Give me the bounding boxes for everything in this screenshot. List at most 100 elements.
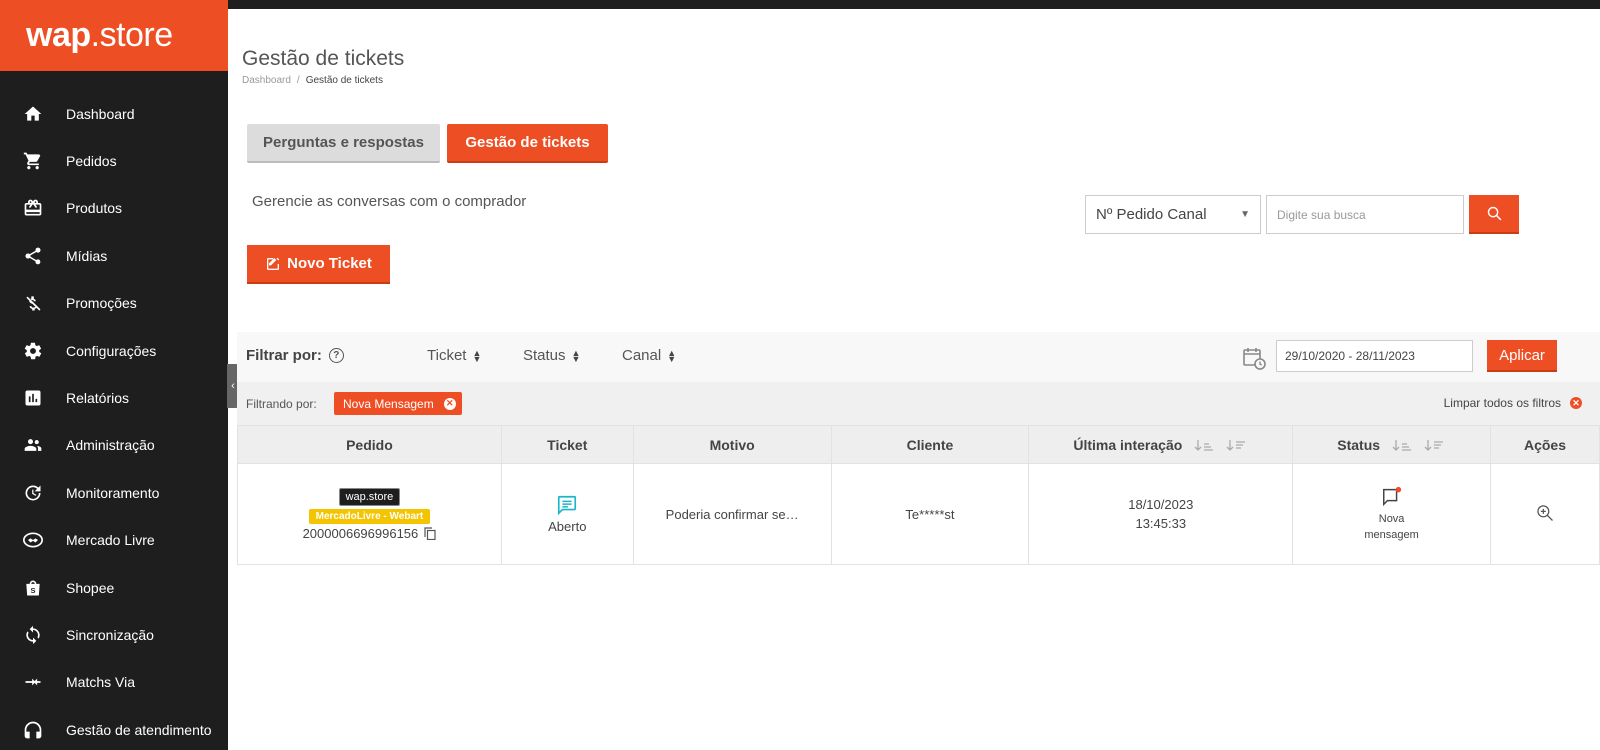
sidebar-item-label: Configurações — [66, 342, 157, 359]
sidebar-item-matchs-via[interactable]: Matchs Via — [0, 659, 228, 706]
filter-title-label: Filtrar por: — [246, 347, 322, 364]
search-icon — [1487, 206, 1501, 221]
sidebar-item-produtos[interactable]: Produtos — [0, 185, 228, 232]
sidebar-item-label: Pedidos — [66, 153, 117, 170]
filter-canal-dropdown[interactable]: Canal ▲ ▼ — [622, 347, 676, 364]
logo-rest-text: .store — [90, 16, 174, 54]
sidebar-item-pedidos[interactable]: Pedidos — [0, 137, 228, 184]
sort-descending-icon[interactable] — [1226, 439, 1248, 452]
discount-icon — [22, 292, 44, 314]
clear-all-filters-button[interactable]: Limpar todos os filtros ✕ — [1444, 396, 1582, 410]
column-header-ultima-interacao: Última interação — [1028, 425, 1294, 464]
gear-icon — [22, 340, 44, 362]
table-header-row: Pedido Ticket Motivo Cliente Última inte… — [237, 425, 1600, 464]
page-subtitle: Gerencie as conversas com o comprador — [252, 193, 527, 210]
order-cell: wap.store MercadoLivre - Webart 20000066… — [237, 463, 502, 565]
merge-icon — [22, 671, 44, 693]
search-field-select[interactable]: Nº Pedido Canal ▼ — [1085, 195, 1261, 234]
sort-ascending-icon[interactable] — [1392, 439, 1414, 452]
date-range-input[interactable]: 29/10/2020 - 28/11/2023 — [1276, 340, 1473, 372]
sync-icon — [22, 624, 44, 646]
chat-icon — [558, 495, 577, 516]
column-header-acoes: Ações — [1490, 425, 1600, 464]
status-cell: Nova mensagem — [1292, 463, 1492, 565]
sidebar-nav: Dashboard Pedidos Produtos Mídias Promoç… — [0, 71, 228, 750]
column-header-status: Status — [1292, 425, 1492, 464]
breadcrumb-current: Gestão de tickets — [305, 75, 383, 86]
column-header-pedido: Pedido — [237, 425, 502, 464]
sidebar-item-dashboard[interactable]: Dashboard — [0, 90, 228, 137]
status-label-line2: mensagem — [1364, 528, 1419, 541]
page-title: Gestão de tickets — [242, 47, 405, 70]
status-label-line1: Nova — [1378, 512, 1405, 525]
new-ticket-label: Novo Ticket — [287, 255, 372, 272]
sidebar-item-monitoramento[interactable]: Monitoramento — [0, 469, 228, 516]
sort-arrows-icon: ▲ ▼ — [472, 347, 482, 364]
actions-cell — [1490, 463, 1600, 565]
sidebar-item-shopee[interactable]: S Shopee — [0, 564, 228, 611]
sidebar-item-promocoes[interactable]: Promoções — [0, 280, 228, 327]
zoom-in-icon[interactable] — [1535, 503, 1555, 523]
motivo-cell: Poderia confirmar se… — [632, 463, 832, 565]
sidebar-item-label: Gestão de atendimento — [66, 721, 212, 738]
filter-chip-label: Nova Mensagem — [343, 396, 434, 411]
last-interaction-time: 13:45:33 — [1135, 516, 1187, 531]
chart-icon — [22, 387, 44, 409]
new-ticket-button[interactable]: Novo Ticket — [247, 245, 390, 284]
cart-icon — [22, 150, 44, 172]
users-icon — [22, 434, 44, 456]
sort-ascending-icon[interactable] — [1194, 439, 1216, 452]
column-header-motivo: Motivo — [632, 425, 832, 464]
sort-descending-icon[interactable] — [1424, 439, 1446, 452]
breadcrumb-dashboard-link[interactable]: Dashboard — [242, 75, 291, 86]
logo-bold-text: wap — [26, 16, 91, 54]
top-bar — [228, 0, 1600, 9]
calendar-icon[interactable] — [1242, 346, 1266, 370]
sidebar-item-label: Shopee — [66, 579, 115, 596]
copy-icon[interactable] — [424, 526, 436, 540]
remove-filter-icon[interactable]: ✕ — [443, 397, 456, 410]
sidebar-item-label: Produtos — [66, 200, 123, 217]
svg-text:S: S — [30, 586, 35, 595]
filter-title: Filtrar por: ? — [246, 347, 344, 364]
column-header-cliente: Cliente — [830, 425, 1030, 464]
home-icon — [22, 103, 44, 125]
tab-gestao-tickets[interactable]: Gestão de tickets — [447, 124, 608, 163]
sidebar-item-administracao[interactable]: Administração — [0, 422, 228, 469]
filter-canal-label: Canal — [622, 347, 662, 364]
monitor-icon — [22, 482, 44, 504]
search-field-value: Nº Pedido Canal — [1096, 206, 1207, 223]
main-content: Gestão de tickets Dashboard / Gestão de … — [228, 9, 1600, 750]
filter-ticket-label: Ticket — [427, 347, 467, 364]
sidebar-item-configuracoes[interactable]: Configurações — [0, 327, 228, 374]
column-header-ultima-interacao-label: Última interação — [1073, 436, 1183, 453]
brand-logo[interactable]: wap.store — [0, 0, 228, 71]
sidebar: wap.store Dashboard Pedidos Produtos Míd… — [0, 0, 228, 750]
apply-button[interactable]: Aplicar — [1487, 340, 1557, 372]
filter-status-dropdown[interactable]: Status ▲ ▼ — [523, 347, 580, 364]
search-input[interactable] — [1266, 195, 1464, 234]
filter-status-label: Status — [523, 347, 566, 364]
sidebar-item-label: Mídias — [66, 247, 108, 264]
sidebar-item-relatorios[interactable]: Relatórios — [0, 374, 228, 421]
handshake-icon — [22, 529, 44, 551]
share-icon — [22, 245, 44, 267]
ticket-status: Aberto — [548, 519, 587, 534]
sidebar-item-mercado-livre[interactable]: Mercado Livre — [0, 517, 228, 564]
help-icon[interactable]: ? — [328, 348, 344, 363]
shopping-bag-icon: S — [22, 577, 44, 599]
sidebar-item-label: Promoções — [66, 295, 137, 312]
caret-down-icon: ▼ — [1240, 209, 1250, 220]
sidebar-item-label: Dashboard — [66, 105, 135, 122]
last-interaction-cell: 18/10/2023 13:45:33 — [1028, 463, 1294, 565]
sidebar-item-sincronizacao[interactable]: Sincronização — [0, 611, 228, 658]
table-row[interactable]: wap.store MercadoLivre - Webart 20000066… — [237, 463, 1600, 565]
tab-perguntas-respostas[interactable]: Perguntas e respostas — [247, 124, 440, 163]
breadcrumb: Dashboard / Gestão de tickets — [242, 75, 383, 86]
sidebar-item-gestao-atendimento[interactable]: Gestão de atendimento — [0, 706, 228, 750]
filter-ticket-dropdown[interactable]: Ticket ▲ ▼ — [427, 347, 481, 364]
active-filters-label: Filtrando por: — [246, 397, 317, 411]
last-interaction-date: 18/10/2023 — [1128, 497, 1194, 512]
search-button[interactable] — [1469, 195, 1519, 234]
sidebar-item-midias[interactable]: Mídias — [0, 232, 228, 279]
